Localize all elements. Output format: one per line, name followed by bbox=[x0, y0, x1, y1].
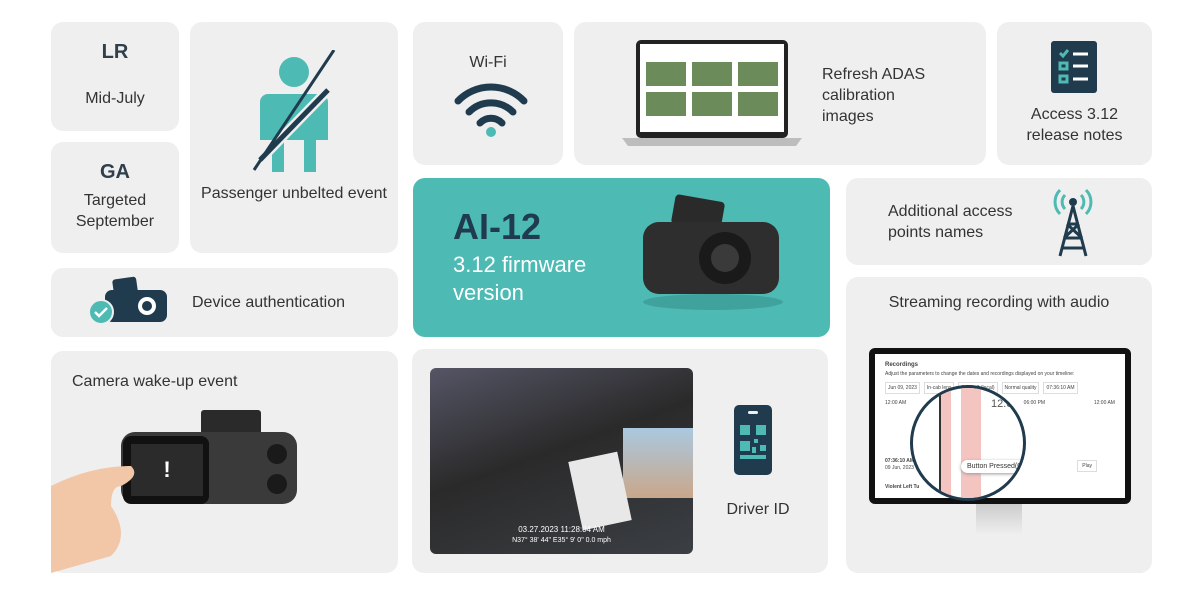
magnifier-circle: 12:0 Button Pressed(08) bbox=[910, 385, 1026, 501]
adas-label: Refresh ADAS calibration images bbox=[822, 66, 926, 125]
device-auth-card: Device authentication bbox=[51, 268, 398, 337]
current-time: 07:36:10 AM bbox=[885, 458, 914, 464]
device-auth-label: Device authentication bbox=[192, 294, 345, 311]
svg-text:!: ! bbox=[163, 457, 170, 482]
tick: 06:00 PM bbox=[1023, 400, 1046, 406]
wifi-card: Wi-Fi bbox=[413, 22, 563, 165]
time-select[interactable]: 07:36:10 AM bbox=[1043, 382, 1078, 394]
apn-label: Additional access points names bbox=[888, 203, 1013, 241]
ga-label: GA bbox=[100, 161, 130, 183]
event-badge: Button Pressed(08) bbox=[961, 460, 1023, 473]
adas-card: Refresh ADAS calibration images bbox=[574, 22, 986, 165]
wifi-icon bbox=[454, 83, 528, 137]
streaming-label: Streaming recording with audio bbox=[888, 294, 1110, 311]
apn-card: Additional access points names bbox=[846, 178, 1152, 265]
quality-select[interactable]: Normal quality bbox=[1001, 382, 1040, 394]
camera-wakeup-image: ! bbox=[51, 410, 297, 573]
release-notes-card[interactable]: Access 3.12 release notes bbox=[997, 22, 1152, 165]
monitor-stand bbox=[976, 504, 1022, 534]
laptop-calibration-image bbox=[622, 40, 802, 146]
camera-wake-label: Camera wake-up event bbox=[72, 373, 238, 390]
qr-id-card-icon bbox=[734, 405, 772, 475]
tick: 12:00 AM bbox=[1093, 400, 1115, 406]
recordings-title: Recordings bbox=[885, 362, 919, 368]
ga-date-line2: September bbox=[75, 213, 155, 230]
hero-card: AI-12 3.12 firmware version bbox=[413, 178, 830, 337]
ga-date-line1: Targeted bbox=[83, 192, 147, 209]
tick: 12:00 AM bbox=[885, 400, 907, 406]
unbelted-passenger-icon bbox=[252, 50, 336, 172]
streaming-card: Streaming recording with audio Recording… bbox=[846, 277, 1152, 573]
dashcam-timestamp: 03.27.2023 11:28:04 AM bbox=[518, 525, 605, 534]
ga-card: GA Targeted September bbox=[51, 142, 179, 253]
dashcam-driver-photo: 03.27.2023 11:28:04 AM N37° 38' 44" E35°… bbox=[430, 368, 693, 554]
wifi-label: Wi-Fi bbox=[469, 54, 507, 71]
recordings-description: Adjust the parameters to change the date… bbox=[885, 371, 1075, 377]
driver-id-card: 03.27.2023 11:28:04 AM N37° 38' 44" E35°… bbox=[412, 349, 828, 573]
lr-label: LR bbox=[101, 41, 129, 63]
current-date: 09 Jun, 2023 bbox=[885, 465, 914, 471]
dashcam-image bbox=[643, 194, 783, 310]
passenger-unbelted-label: Passenger unbelted event bbox=[201, 185, 387, 202]
checklist-icon bbox=[1051, 41, 1097, 93]
passenger-unbelted-card: Passenger unbelted event bbox=[190, 22, 398, 253]
antenna-tower-icon bbox=[1053, 188, 1093, 257]
date-field[interactable]: Jun 09, 2023 bbox=[885, 382, 920, 394]
lr-date: Mid-July bbox=[85, 90, 145, 107]
hero-subtitle-line2: version bbox=[453, 280, 524, 305]
tick-magnified: 12:0 bbox=[989, 398, 1015, 410]
hero-subtitle-line1: 3.12 firmware bbox=[453, 252, 587, 277]
driver-id-label: Driver ID bbox=[726, 501, 790, 518]
lr-card: LR Mid-July bbox=[51, 22, 179, 131]
play-button[interactable]: Play bbox=[1077, 460, 1097, 472]
release-notes-link[interactable]: Access 3.12 release notes bbox=[1007, 104, 1142, 146]
dashcam-coordinates: N37° 38' 44" E35° 9' 0" 0.0 mph bbox=[512, 537, 611, 544]
camera-wake-card: Camera wake-up event ! bbox=[51, 351, 398, 573]
event-row: Violent Left Tu bbox=[885, 484, 920, 490]
hero-title: AI-12 bbox=[453, 206, 542, 247]
device-authenticated-icon bbox=[88, 276, 167, 325]
